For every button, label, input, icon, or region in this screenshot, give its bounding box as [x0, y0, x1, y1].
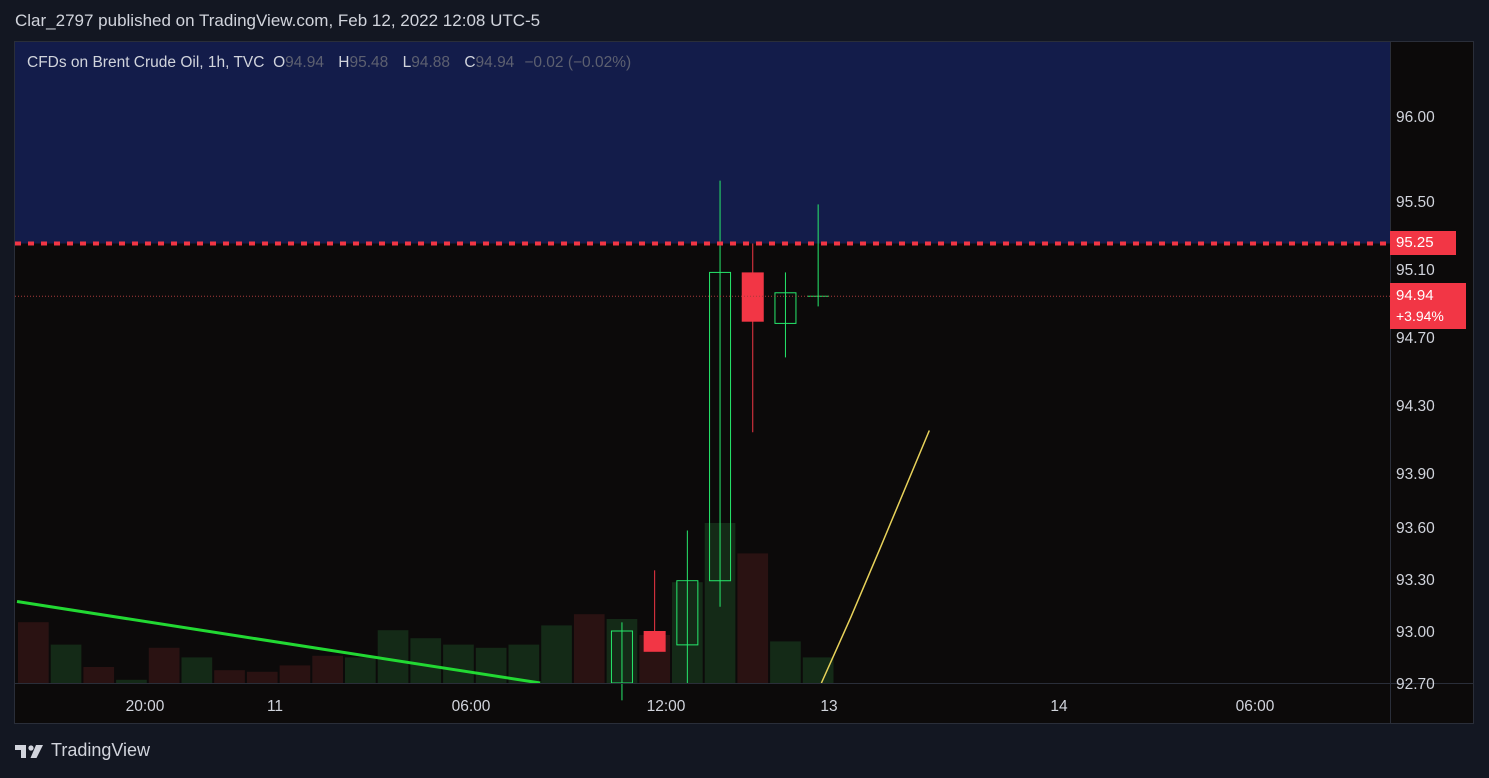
x-tick-label: 06:00 — [452, 698, 491, 715]
publisher-header: Clar_2797 published on TradingView.com, … — [15, 11, 541, 30]
x-tick-label: 13 — [820, 698, 837, 715]
y-tick-label: 93.30 — [1396, 572, 1435, 589]
open-value: 94.94 — [285, 54, 324, 71]
volume-bar — [214, 670, 245, 683]
y-tick-label: 93.60 — [1396, 520, 1435, 537]
volume-bar — [246, 671, 278, 683]
volume-bar — [312, 655, 343, 683]
volume-bar — [508, 644, 540, 683]
last-price-value: 94.94 — [1396, 287, 1434, 304]
volume-bar — [541, 625, 572, 683]
volume-bar — [770, 641, 801, 683]
volume-bar — [377, 630, 409, 683]
volume-bar — [83, 667, 115, 683]
volume-bar — [18, 622, 49, 683]
high-label: H — [338, 54, 350, 71]
moving-average-line — [820, 430, 930, 684]
y-tick-label: 96.00 — [1396, 109, 1435, 126]
x-tick-label: 20:00 — [126, 698, 165, 715]
volume-bar — [443, 644, 474, 683]
x-tick-label: 06:00 — [1236, 698, 1275, 715]
open-label: O — [273, 54, 286, 71]
last-price-label: 94.94 +3.94% — [1390, 283, 1466, 329]
volume-bar — [345, 657, 376, 683]
low-value: 94.88 — [411, 54, 450, 71]
resistance-zone — [15, 42, 1390, 244]
y-tick-label: 92.70 — [1396, 676, 1435, 693]
volume-bar — [181, 657, 213, 683]
ohlc-legend: CFDs on Brent Crude Oil, 1h, TVC O94.94 … — [27, 54, 641, 72]
symbol-name: CFDs on Brent Crude Oil, 1h, TVC — [27, 54, 265, 71]
high-value: 95.48 — [349, 54, 389, 71]
y-tick-label: 94.30 — [1396, 398, 1435, 415]
change-value: −0.02 (−0.02%) — [524, 54, 632, 71]
tradingview-brand-text: TradingView — [51, 740, 151, 760]
y-tick-label: 93.00 — [1396, 624, 1435, 641]
footer-brand[interactable]: TradingView — [15, 740, 150, 761]
candle-body — [643, 631, 666, 652]
price-chart[interactable]: 96.00 95.50 95.10 94.70 94.30 93.90 93.60 93.30… — [15, 42, 1473, 723]
volume-bar — [116, 679, 147, 683]
low-label: L — [402, 54, 412, 71]
last-price-change: +3.94% — [1396, 308, 1444, 324]
volume-bar — [50, 644, 82, 683]
x-tick-label: 11 — [267, 698, 283, 715]
tradingview-logo-icon — [15, 744, 43, 758]
y-tick-label: 94.70 — [1396, 330, 1435, 347]
volume-bar — [410, 638, 442, 683]
volume-bar — [148, 647, 180, 683]
volume-bar — [802, 657, 834, 683]
resistance-price-label: 95.25 — [1390, 231, 1456, 255]
close-label: C — [464, 54, 476, 71]
y-tick-label: 95.50 — [1396, 194, 1435, 211]
y-tick-label: 95.10 — [1396, 262, 1435, 279]
volume-bar — [279, 665, 311, 683]
candle-body — [741, 272, 764, 322]
x-tick-label: 12:00 — [647, 698, 686, 715]
y-tick-label: 93.90 — [1396, 466, 1435, 483]
x-tick-label: 14 — [1050, 698, 1068, 715]
volume-bar — [737, 553, 769, 683]
volume-bar — [573, 614, 605, 683]
close-value: 94.94 — [475, 54, 515, 71]
chart-frame[interactable]: 96.00 95.50 95.10 94.70 94.30 93.90 93.60 93.30… — [14, 41, 1474, 724]
